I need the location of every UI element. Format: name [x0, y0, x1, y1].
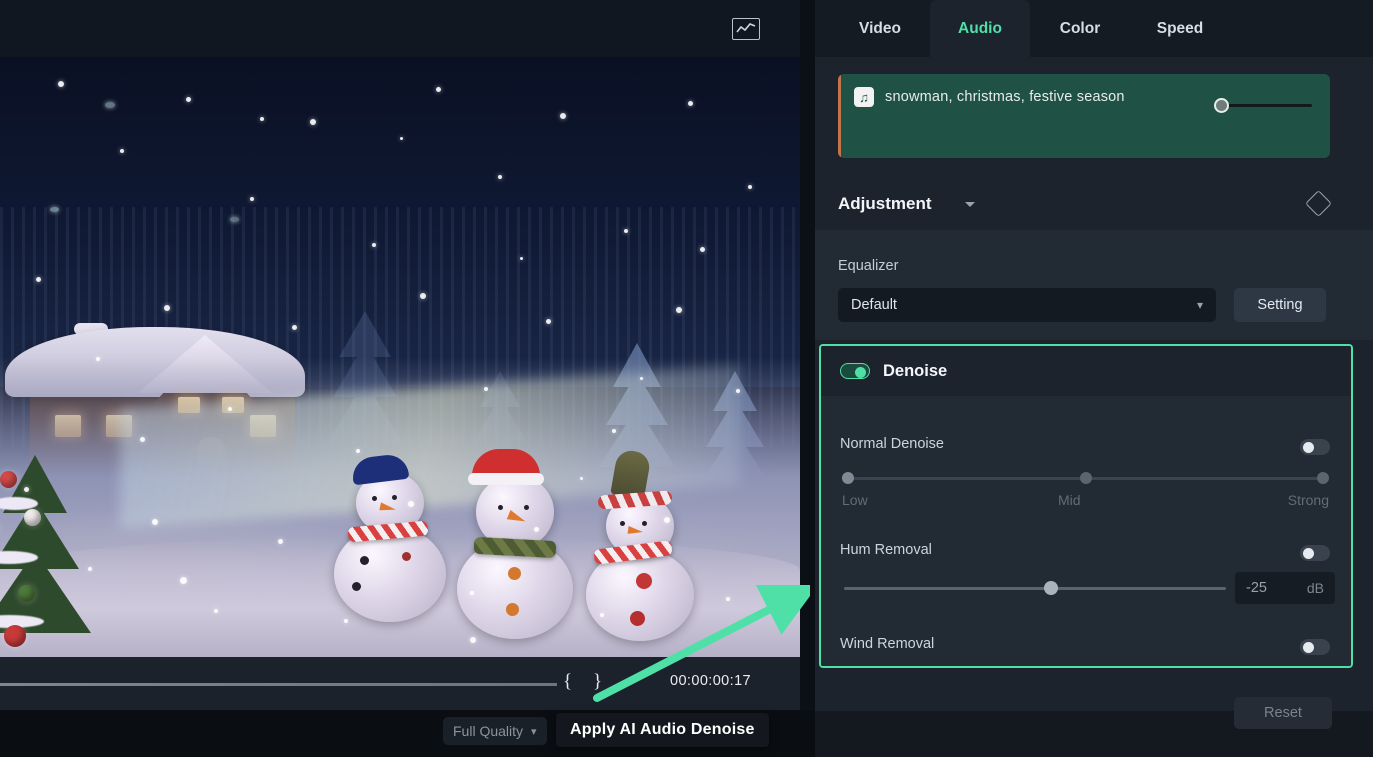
panel-tabs: Video Audio Color Speed: [815, 0, 1373, 57]
tab-audio[interactable]: Audio: [930, 0, 1030, 57]
normal-denoise-stop-mid[interactable]: [1080, 472, 1092, 484]
hum-removal-unit: dB: [1306, 580, 1324, 596]
equalizer-select[interactable]: Default ▾: [838, 288, 1216, 322]
volume-thumb[interactable]: [1214, 98, 1229, 113]
quality-label: Full Quality: [453, 723, 524, 739]
tab-color[interactable]: Color: [1030, 0, 1130, 57]
snowman-right: [580, 448, 700, 641]
preview-topbar: [0, 0, 800, 57]
equalizer-setting-button[interactable]: Setting: [1234, 288, 1326, 322]
tick-mid: Mid: [1058, 492, 1081, 508]
video-editor-window: { } 00:00:00:17 Full Quality ▾ Apply AI …: [0, 0, 1373, 757]
normal-denoise-slider[interactable]: [842, 472, 1329, 484]
audio-clip-card[interactable]: ♫ snowman, christmas, festive season: [838, 74, 1330, 158]
hum-removal-value: -25: [1246, 580, 1267, 596]
tick-strong: Strong: [1287, 492, 1329, 508]
equalizer-label: Equalizer: [838, 258, 899, 274]
tab-video[interactable]: Video: [830, 0, 930, 57]
equalizer-value: Default: [851, 297, 897, 313]
clip-title: snowman, christmas, festive season: [885, 89, 1125, 105]
normal-denoise-label: Normal Denoise: [840, 436, 944, 452]
snowman-center: [450, 449, 580, 639]
chevron-down-icon: ▾: [1196, 298, 1203, 312]
denoise-toggle[interactable]: [840, 363, 870, 379]
timecode-display: 00:00:00:17: [670, 673, 751, 689]
diamond-keyframe-icon[interactable]: [1305, 190, 1332, 217]
clip-accent-bar: [838, 74, 841, 158]
denoise-header: Denoise: [821, 346, 1351, 396]
curve-graph-icon[interactable]: [732, 17, 760, 40]
denoise-body: Normal Denoise Low Mid Strong Hum Remova…: [821, 396, 1351, 666]
video-preview[interactable]: [0, 57, 800, 657]
tab-speed[interactable]: Speed: [1130, 0, 1230, 57]
wind-removal-label: Wind Removal: [840, 636, 935, 652]
equalizer-section: Equalizer Default ▾ Setting: [815, 230, 1373, 340]
wind-removal-row: Wind Removal: [821, 636, 1351, 660]
scrubber-track[interactable]: [0, 683, 557, 686]
normal-denoise-ticks: Low Mid Strong: [842, 492, 1329, 510]
normal-denoise-stop-low[interactable]: [842, 472, 854, 484]
reset-button[interactable]: Reset: [1234, 697, 1332, 729]
preview-scrubber-row: { } 00:00:00:17: [0, 657, 800, 710]
hum-removal-slider[interactable]: [844, 581, 1226, 595]
denoise-title: Denoise: [883, 361, 948, 380]
adjustment-title: Adjustment: [838, 194, 932, 213]
snowman-left: [330, 452, 450, 622]
normal-denoise-stop-strong[interactable]: [1317, 472, 1329, 484]
wind-removal-toggle[interactable]: [1300, 639, 1330, 655]
normal-denoise-row: Normal Denoise: [821, 436, 1351, 460]
hum-removal-label: Hum Removal: [840, 542, 932, 558]
denoise-section: Denoise Normal Denoise Low Mid Strong Hu…: [819, 344, 1353, 668]
adjustment-header: Adjustment: [815, 178, 1373, 230]
clip-volume-slider[interactable]: [1214, 98, 1312, 113]
chevron-down-icon: ▾: [531, 725, 537, 738]
music-note-icon: ♫: [854, 87, 874, 107]
preview-pane: { } 00:00:00:17 Full Quality ▾ Apply AI …: [0, 0, 815, 757]
mark-in-button[interactable]: {: [563, 671, 572, 693]
hum-removal-value-field[interactable]: -25 dB: [1235, 572, 1335, 604]
tick-low: Low: [842, 492, 868, 508]
clip-header: ♫ snowman, christmas, festive season: [854, 87, 1125, 107]
mark-out-button[interactable]: }: [593, 671, 602, 693]
christmas-tree: [0, 447, 100, 657]
hum-removal-toggle[interactable]: [1300, 545, 1330, 561]
hum-removal-row: Hum Removal: [821, 542, 1351, 566]
apply-ai-audio-denoise-tooltip: Apply AI Audio Denoise: [556, 713, 769, 747]
volume-track: [1224, 104, 1312, 107]
normal-denoise-toggle[interactable]: [1300, 439, 1330, 455]
hum-removal-track: [844, 587, 1226, 590]
hum-removal-thumb[interactable]: [1044, 581, 1058, 595]
quality-dropdown[interactable]: Full Quality ▾: [443, 717, 547, 745]
caret-down-icon[interactable]: [965, 202, 975, 207]
